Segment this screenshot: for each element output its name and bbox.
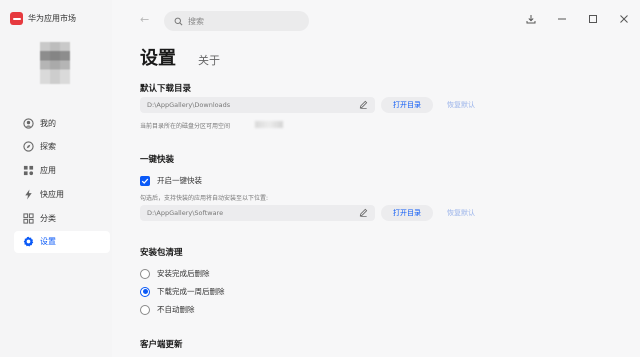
- lightning-icon: [22, 188, 34, 200]
- quick-install-label: 开启一键快装: [157, 176, 202, 185]
- sidebar-nav: 我的 探索 应用 快应用 分类 设置: [14, 112, 110, 255]
- open-quick-install-dir-button[interactable]: 打开目录: [381, 205, 433, 221]
- quick-install-hint: 勾选后，支持快装的应用将自动安装至以下位置:: [140, 195, 269, 202]
- sidebar-item-categories[interactable]: 分类: [14, 207, 110, 229]
- maximize-icon[interactable]: [587, 13, 599, 25]
- download-path-field[interactable]: D:\AppGallery\Downloads: [140, 97, 375, 113]
- page-title: 设置: [140, 48, 176, 69]
- quick-install-path-field[interactable]: D:\AppGallery\Software: [140, 205, 375, 221]
- sidebar-item-apps[interactable]: 应用: [14, 160, 110, 182]
- radio-button[interactable]: [140, 304, 150, 315]
- radio-label: 下载完成一周后删除: [157, 287, 225, 296]
- radio-label: 不自动删除: [157, 305, 195, 314]
- back-arrow-icon[interactable]: ←: [140, 13, 149, 26]
- main-content: ← 设置 关于 默认下载目录 D:\AppGallery\Downloads 打…: [112, 0, 640, 357]
- search-box[interactable]: [164, 11, 309, 31]
- edit-pencil-icon[interactable]: [359, 208, 368, 217]
- minimize-icon[interactable]: [556, 13, 568, 25]
- free-space-redacted: [255, 121, 283, 128]
- sidebar-item-label: 快应用: [40, 189, 64, 199]
- app-logo-icon: [10, 12, 23, 25]
- avatar[interactable]: [40, 42, 70, 84]
- download-dir-title: 默认下载目录: [140, 84, 192, 94]
- radio-button-selected[interactable]: [140, 286, 150, 297]
- quick-install-path-text: D:\AppGallery\Software: [147, 209, 224, 217]
- sidebar-item-label: 我的: [40, 118, 56, 128]
- tab-about[interactable]: 关于: [198, 52, 220, 68]
- cleanup-option-after-install[interactable]: 安装完成后删除: [140, 268, 210, 279]
- client-update-title: 客户端更新: [140, 340, 183, 350]
- download-path-text: D:\AppGallery\Downloads: [147, 101, 231, 109]
- restore-quick-install-dir-button[interactable]: 恢复默认: [441, 205, 481, 221]
- package-cleanup-title: 安装包清理: [140, 248, 183, 258]
- radio-label: 安装完成后删除: [157, 269, 210, 278]
- cleanup-option-after-week[interactable]: 下载完成一周后删除: [140, 286, 225, 297]
- sidebar: 华为应用市场 我的 探索 应用 快应用 分类 设置: [0, 0, 112, 357]
- compass-icon: [22, 141, 34, 153]
- window-controls: [506, 13, 630, 25]
- sidebar-item-quick-apps[interactable]: 快应用: [14, 183, 110, 205]
- download-icon[interactable]: [525, 13, 537, 25]
- close-icon[interactable]: [618, 13, 630, 25]
- sidebar-item-label: 设置: [40, 237, 56, 247]
- sidebar-item-explore[interactable]: 探索: [14, 136, 110, 158]
- person-icon: [22, 117, 34, 129]
- search-icon: [174, 17, 183, 25]
- sidebar-item-label: 应用: [40, 166, 56, 176]
- quick-install-title: 一键快装: [140, 155, 175, 165]
- sidebar-item-mine[interactable]: 我的: [14, 112, 110, 134]
- quick-install-checkbox-row[interactable]: 开启一键快装: [140, 175, 202, 186]
- sidebar-item-label: 探索: [40, 142, 56, 152]
- category-grid-icon: [22, 212, 34, 224]
- checkmark-icon: [141, 178, 149, 184]
- download-dir-hint: 当前目录所在的磁盘分区可用空间: [140, 123, 231, 130]
- quick-install-checkbox[interactable]: [140, 175, 150, 186]
- cleanup-option-never[interactable]: 不自动删除: [140, 304, 195, 315]
- radio-button[interactable]: [140, 268, 150, 279]
- gear-icon: [22, 236, 34, 248]
- search-input[interactable]: [188, 16, 298, 26]
- apps-grid-icon: [22, 165, 34, 177]
- sidebar-item-label: 分类: [40, 213, 56, 223]
- restore-download-dir-button[interactable]: 恢复默认: [441, 97, 481, 113]
- app-name: 华为应用市场: [28, 14, 76, 23]
- app-brand: 华为应用市场: [10, 12, 76, 25]
- edit-pencil-icon[interactable]: [359, 100, 368, 109]
- open-download-dir-button[interactable]: 打开目录: [381, 97, 433, 113]
- sidebar-item-settings[interactable]: 设置: [14, 230, 110, 253]
